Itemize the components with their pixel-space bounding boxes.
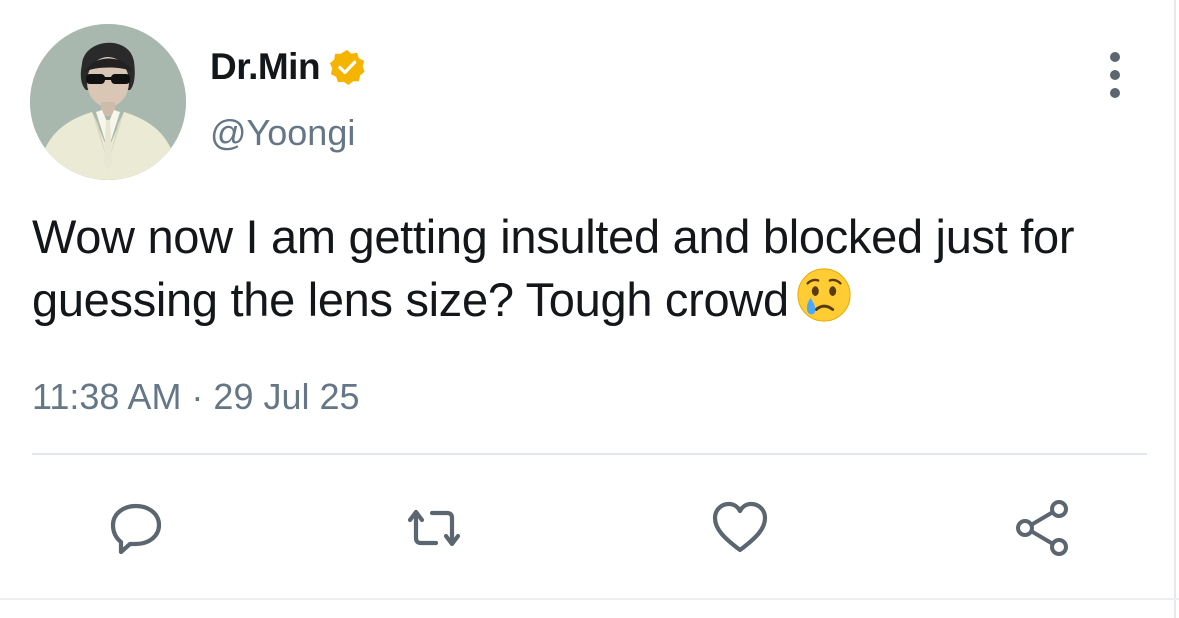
display-name[interactable]: Dr.Min xyxy=(210,46,321,88)
tweet-card: Dr.Min @Yoongi Wow now I am getting insu… xyxy=(0,0,1179,618)
tweet-timestamp[interactable]: 11:38 AM · 29 Jul 25 xyxy=(32,376,360,418)
retweet-icon xyxy=(407,509,461,547)
reply-button[interactable] xyxy=(106,498,166,558)
avatar-photo xyxy=(30,24,186,180)
divider xyxy=(32,453,1147,455)
crying-face-icon xyxy=(795,266,853,324)
frame-edge xyxy=(1174,0,1176,618)
reply-icon xyxy=(110,503,162,555)
author-name-row[interactable]: Dr.Min xyxy=(210,44,366,90)
more-options-icon[interactable] xyxy=(1102,52,1128,98)
retweet-button[interactable] xyxy=(404,498,464,558)
verified-badge-icon xyxy=(328,48,366,86)
tweet-text: Wow now I am getting insulted and blocke… xyxy=(32,210,1075,326)
avatar[interactable] xyxy=(30,24,186,180)
author-handle[interactable]: @Yoongi xyxy=(210,112,355,154)
share-button[interactable] xyxy=(1012,498,1072,558)
share-icon xyxy=(1016,500,1068,556)
heart-icon xyxy=(712,501,768,553)
like-button[interactable] xyxy=(710,498,770,558)
tweet-body: Wow now I am getting insulted and blocke… xyxy=(32,208,1172,329)
card-bottom-border xyxy=(0,598,1179,600)
